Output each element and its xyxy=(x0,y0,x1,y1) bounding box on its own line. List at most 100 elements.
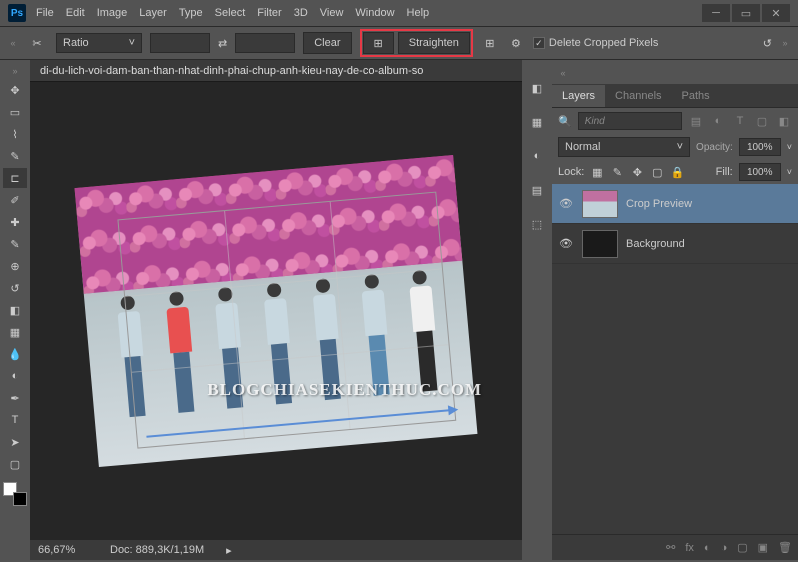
blur-tool[interactable]: 💧 xyxy=(3,344,27,364)
layer-thumbnail[interactable] xyxy=(582,230,618,258)
menu-help[interactable]: Help xyxy=(407,7,430,19)
lasso-tool[interactable]: ⌇ xyxy=(3,124,27,144)
adjustments-panel-icon[interactable]: ◐ xyxy=(525,146,549,166)
layer-row[interactable]: 👁 Background xyxy=(552,224,798,264)
straighten-button[interactable]: Straighten xyxy=(398,32,470,54)
chevron-down-icon[interactable]: ˅ xyxy=(787,142,792,152)
stamp-tool[interactable]: ⊕ xyxy=(3,256,27,276)
color-panel-icon[interactable]: ◧ xyxy=(525,78,549,98)
blend-mode-select[interactable]: Normal˅ xyxy=(558,137,690,157)
canvas[interactable]: BLOGCHIASEKIENTHUC.COM xyxy=(30,82,522,540)
crop-tool[interactable]: ⊏ xyxy=(3,168,27,188)
opacity-label: Opacity: xyxy=(696,142,733,153)
ratio-select[interactable]: Ratio˅ xyxy=(56,33,142,53)
menu-layer[interactable]: Layer xyxy=(139,7,167,19)
width-input[interactable] xyxy=(150,33,210,53)
adjustment-layer-icon[interactable]: ◑ xyxy=(721,542,728,554)
eyedropper-tool[interactable]: ✐ xyxy=(3,190,27,210)
layer-thumbnail[interactable] xyxy=(582,190,618,218)
history-brush-tool[interactable]: ↺ xyxy=(3,278,27,298)
move-tool[interactable]: ✥ xyxy=(3,80,27,100)
link-layers-icon[interactable]: ⚯ xyxy=(666,541,675,554)
swatches-panel-icon[interactable]: ▦ xyxy=(525,112,549,132)
grid-overlay-icon[interactable]: ⊞ xyxy=(481,34,499,52)
app-logo: Ps xyxy=(8,4,26,22)
lock-position-icon[interactable]: ✎ xyxy=(610,165,624,179)
gear-icon[interactable]: ⚙ xyxy=(507,34,525,52)
healing-tool[interactable]: ✚ xyxy=(3,212,27,232)
quick-select-tool[interactable]: ✎ xyxy=(3,146,27,166)
clear-button[interactable]: Clear xyxy=(303,32,351,54)
fill-input[interactable]: 100% xyxy=(739,163,781,181)
close-button[interactable]: ✕ xyxy=(762,4,790,22)
filter-image-icon[interactable]: ▤ xyxy=(688,113,704,129)
fx-icon[interactable]: fx xyxy=(685,542,694,554)
menu-window[interactable]: Window xyxy=(355,7,394,19)
document-tab[interactable]: di-du-lich-voi-dam-ban-than-nhat-dinh-ph… xyxy=(30,60,522,82)
pen-tool[interactable]: ✒ xyxy=(3,388,27,408)
filter-smart-icon[interactable]: ◧ xyxy=(776,113,792,129)
tab-channels[interactable]: Channels xyxy=(605,85,671,107)
image-content xyxy=(75,155,478,467)
menu-image[interactable]: Image xyxy=(97,7,128,19)
delete-cropped-checkbox[interactable]: ✓ Delete Cropped Pixels xyxy=(533,37,658,49)
opacity-input[interactable]: 100% xyxy=(739,138,781,156)
reset-icon[interactable]: ↺ xyxy=(763,37,772,50)
menu-view[interactable]: View xyxy=(320,7,344,19)
lock-pixels-icon[interactable]: ▦ xyxy=(590,165,604,179)
crop-tool-icon: ✂ xyxy=(26,32,48,54)
swap-icon[interactable]: ⇄ xyxy=(218,37,227,50)
brush-tool[interactable]: ✎ xyxy=(3,234,27,254)
filter-type-icon[interactable]: T xyxy=(732,113,748,129)
dodge-tool[interactable]: ◐ xyxy=(3,366,27,386)
gradient-tool[interactable]: ▦ xyxy=(3,322,27,342)
kind-filter[interactable]: Kind xyxy=(578,112,682,130)
panels-chevron[interactable]: « xyxy=(558,66,568,80)
collapsed-panels: ◧ ▦ ◐ ▤ ⬚ xyxy=(522,60,552,560)
status-bar: 66,67% Doc: 889,3K/1,19M ▸ xyxy=(30,540,522,560)
libraries-panel-icon[interactable]: ⬚ xyxy=(525,214,549,234)
layer-name[interactable]: Crop Preview xyxy=(626,198,692,210)
menu-3d[interactable]: 3D xyxy=(294,7,308,19)
rectangle-tool[interactable]: ▢ xyxy=(3,454,27,474)
menu-type[interactable]: Type xyxy=(179,7,203,19)
lock-all-icon[interactable]: 🔒 xyxy=(670,165,684,179)
zoom-level[interactable]: 66,67% xyxy=(38,544,98,556)
menu-edit[interactable]: Edit xyxy=(66,7,85,19)
filter-shape-icon[interactable]: ▢ xyxy=(754,113,770,129)
filter-adjust-icon[interactable]: ◐ xyxy=(710,113,726,129)
height-input[interactable] xyxy=(235,33,295,53)
menu-select[interactable]: Select xyxy=(215,7,246,19)
minimize-button[interactable]: ─ xyxy=(702,4,730,22)
visibility-toggle[interactable]: 👁 xyxy=(558,196,574,212)
chevron-down-icon[interactable]: ˅ xyxy=(787,167,792,177)
status-arrow-icon[interactable]: ▸ xyxy=(226,544,232,557)
styles-panel-icon[interactable]: ▤ xyxy=(525,180,549,200)
maximize-button[interactable]: ▭ xyxy=(732,4,760,22)
tab-layers[interactable]: Layers xyxy=(552,85,605,107)
menu-file[interactable]: File xyxy=(36,7,54,19)
layer-name[interactable]: Background xyxy=(626,238,685,250)
eraser-tool[interactable]: ◧ xyxy=(3,300,27,320)
chevron-right-icon[interactable]: » xyxy=(780,36,790,50)
main-menu: File Edit Image Layer Type Select Filter… xyxy=(36,7,429,19)
type-tool[interactable]: T xyxy=(3,410,27,430)
delete-layer-icon[interactable]: 🗑 xyxy=(778,541,792,554)
mask-icon[interactable]: ◐ xyxy=(704,542,711,554)
menu-filter[interactable]: Filter xyxy=(257,7,281,19)
lock-artboard-icon[interactable]: ▢ xyxy=(650,165,664,179)
layer-row[interactable]: 👁 Crop Preview xyxy=(552,184,798,224)
straighten-icon-button[interactable]: ⊞ xyxy=(363,32,394,54)
group-icon[interactable]: ▢ xyxy=(737,541,747,554)
chevron-left-icon[interactable]: « xyxy=(8,36,18,50)
visibility-toggle[interactable]: 👁 xyxy=(558,236,574,252)
new-layer-icon[interactable]: ▣ xyxy=(758,541,768,554)
marquee-tool[interactable]: ▭ xyxy=(3,102,27,122)
tools-chevron[interactable]: » xyxy=(10,64,20,78)
tab-paths[interactable]: Paths xyxy=(672,85,720,107)
straighten-highlight: ⊞ Straighten xyxy=(360,29,473,57)
path-select-tool[interactable]: ➤ xyxy=(3,432,27,452)
layers-footer: ⚯ fx ◐ ◑ ▢ ▣ 🗑 xyxy=(552,534,798,560)
color-swatches[interactable] xyxy=(3,482,27,506)
lock-move-icon[interactable]: ✥ xyxy=(630,165,644,179)
